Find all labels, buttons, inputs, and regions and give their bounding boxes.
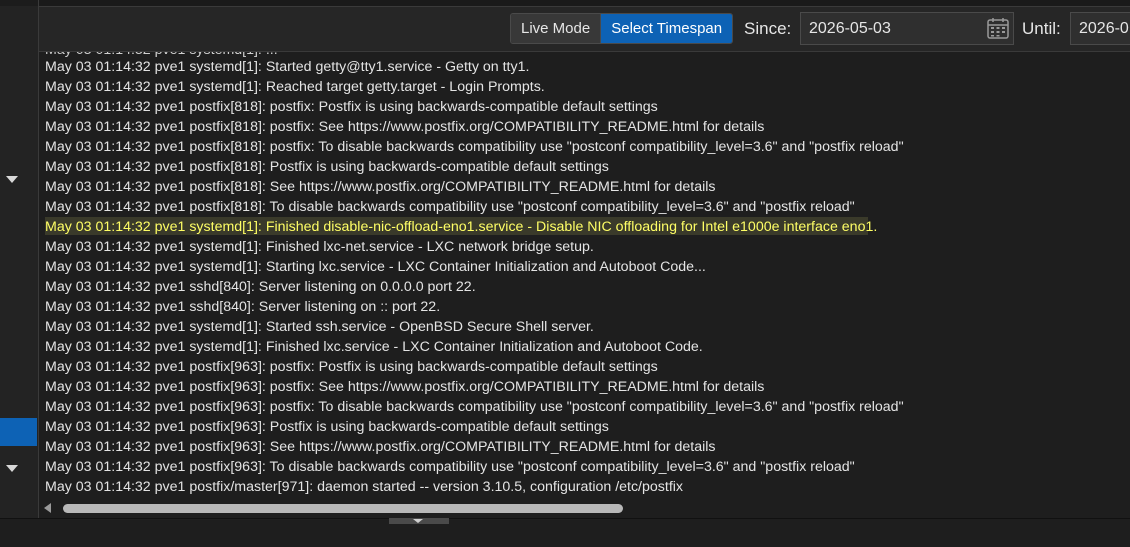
log-line: May 03 01:14:32 pve1 sshd[840]: Server l… <box>45 279 476 295</box>
log-line: May 03 01:14:32 pve1 sshd[840]: Server l… <box>45 299 441 315</box>
scroll-left-arrow-icon[interactable] <box>44 503 51 513</box>
until-date-input[interactable] <box>1071 19 1130 38</box>
log-line: May 03 01:14:32 pve1 systemd[1]: Finishe… <box>45 239 594 255</box>
log-line: May 03 01:14:32 pve1 postfix[963]: postf… <box>45 359 658 375</box>
select-timespan-button[interactable]: Select Timespan <box>600 14 733 43</box>
calendar-icon[interactable] <box>987 17 1009 39</box>
log-line: May 03 01:14:32 pve1 postfix[963]: To di… <box>45 459 855 475</box>
log-line: May 03 01:14:32 pve1 systemd[1]: Finishe… <box>45 339 703 355</box>
expand-arrow-icon[interactable] <box>6 176 18 183</box>
expand-arrow-icon[interactable] <box>6 465 18 472</box>
live-mode-button[interactable]: Live Mode <box>511 14 601 43</box>
until-date-field[interactable] <box>1070 12 1130 45</box>
syslog-panel: Live Mode Select Timespan Since: Until: <box>39 0 1130 518</box>
since-date-input[interactable] <box>801 19 987 38</box>
log-line: May 03 01:14:32 pve1 systemd[1]: Reached… <box>45 79 545 95</box>
log-line: May 03 01:14:32 pve1 systemd[1]: Started… <box>45 59 530 75</box>
log-toolbar: Live Mode Select Timespan Since: Until: <box>39 7 1130 52</box>
scrollbar-thumb[interactable] <box>63 504 623 513</box>
resize-handle[interactable] <box>389 518 449 524</box>
log-line: May 03 01:14:32 pve1 postfix[963]: postf… <box>45 399 904 415</box>
log-line: May 03 01:14:32 pve1 postfix[818]: postf… <box>45 99 658 115</box>
log-line: May 03 01:14:32 pve1 systemd[1]: Startin… <box>45 259 706 275</box>
since-date-field[interactable] <box>800 12 1014 45</box>
log-line: May 03 01:14:32 pve1 systemd[1]: Finishe… <box>45 219 878 235</box>
sidebar <box>0 0 39 518</box>
log-line: May 03 01:14:32 pve1 postfix[963]: Postf… <box>45 419 609 435</box>
sidebar-selected-item[interactable] <box>0 418 37 446</box>
mode-toggle: Live Mode Select Timespan <box>510 13 734 44</box>
since-label: Since: <box>744 19 792 38</box>
log-line: May 03 01:14:32 pve1 postfix[818]: postf… <box>45 139 904 155</box>
log-line: May 03 01:14:32 pve1 systemd[1]: Started… <box>45 319 594 335</box>
log-view[interactable]: May 03 01:14:32 pve1 systemd[1]: ... May… <box>39 52 1130 498</box>
horizontal-scrollbar[interactable] <box>39 498 1130 518</box>
log-line: May 03 01:14:32 pve1 postfix[818]: See h… <box>45 179 716 195</box>
sidebar-top-strip <box>0 0 38 6</box>
log-line: May 03 01:14:32 pve1 postfix/master[971]… <box>45 479 684 495</box>
log-line: May 03 01:14:32 pve1 postfix[963]: See h… <box>45 439 716 455</box>
until-label: Until: <box>1022 19 1061 38</box>
log-line: May 03 01:14:32 pve1 postfix[818]: To di… <box>45 199 855 215</box>
log-line: May 03 01:14:32 pve1 postfix[963]: postf… <box>45 379 765 395</box>
panel-top-border <box>39 0 1130 7</box>
bottom-bar <box>0 518 1130 547</box>
log-line: May 03 01:14:32 pve1 postfix[818]: Postf… <box>45 159 609 175</box>
log-line: May 03 01:14:32 pve1 postfix[818]: postf… <box>45 119 765 135</box>
